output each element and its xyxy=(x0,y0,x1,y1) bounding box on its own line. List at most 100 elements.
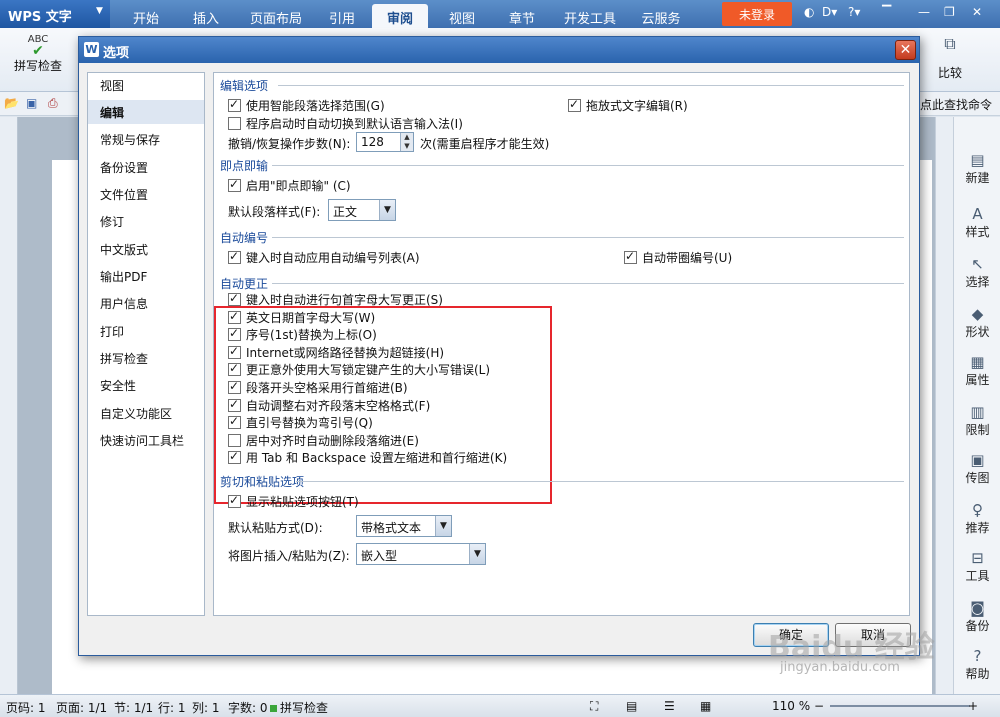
checkbox-checked[interactable] xyxy=(228,493,241,508)
auto-ime-checkbox[interactable]: 程序启动时自动切换到默认语言输入法(I) xyxy=(228,115,463,132)
side-item-style[interactable]: A 样式 xyxy=(954,205,1000,240)
nav-item-edit[interactable]: 编辑 xyxy=(88,100,204,124)
tab-insert[interactable]: 插入 xyxy=(184,4,228,28)
undo-steps-stepper[interactable]: 128 ▲ ▼ xyxy=(356,132,414,152)
minimize-icon[interactable]: — xyxy=(918,5,930,19)
nav-item-user-info[interactable]: 用户信息 xyxy=(88,291,204,315)
chevron-down-icon[interactable]: ▼ xyxy=(469,544,485,564)
checkbox-checked[interactable] xyxy=(568,97,581,112)
compare-button[interactable]: ⧉ 比较 xyxy=(930,34,970,81)
checkbox-checked[interactable] xyxy=(228,344,241,359)
vertical-scrollbar[interactable] xyxy=(935,117,953,694)
zoom-out-icon[interactable]: − xyxy=(814,699,824,713)
status-word-count[interactable]: 字数: 0 xyxy=(228,699,268,716)
checkbox-checked[interactable] xyxy=(228,326,241,342)
autocorrect-option[interactable]: 序号(1st)替换为上标(O) xyxy=(228,326,377,343)
side-item-tools[interactable]: ⊟ 工具 xyxy=(954,549,1000,584)
close-icon[interactable]: ✕ xyxy=(972,5,982,19)
find-command-link[interactable]: 点此查找命令 xyxy=(920,96,992,113)
auto-list-checkbox[interactable]: 键入时自动应用自动编号列表(A) xyxy=(228,249,420,266)
autocorrect-option[interactable]: 自动调整右对齐段落末空格格式(F) xyxy=(228,397,430,414)
side-item-recommend[interactable]: ♀ 推荐 xyxy=(954,501,1000,536)
side-item-backup[interactable]: ◙ 备份 xyxy=(954,599,1000,634)
zoom-in-icon[interactable]: + xyxy=(968,699,978,713)
nav-item-output-pdf[interactable]: 输出PDF xyxy=(88,264,204,288)
status-spell-check[interactable]: 拼写检查 xyxy=(270,699,328,716)
side-item-select[interactable]: ↖ 选择 xyxy=(954,255,1000,290)
web-view-icon[interactable]: ▦ xyxy=(700,699,711,713)
status-zoom[interactable]: 110 % xyxy=(772,699,810,713)
auto-circle-checkbox[interactable]: 自动带圈编号(U) xyxy=(624,249,732,266)
checkbox-checked[interactable] xyxy=(228,379,241,394)
autocorrect-option[interactable]: 段落开头空格采用行首缩进(B) xyxy=(228,379,408,396)
app-menu-button[interactable]: WPS 文字 ▼ xyxy=(0,0,110,28)
side-item-upload-image[interactable]: ▣ 传图 xyxy=(954,451,1000,486)
print-icon[interactable]: ⎙ xyxy=(48,96,58,111)
checkbox-checked[interactable] xyxy=(228,97,241,112)
skin-icon[interactable]: ◐ xyxy=(804,5,814,19)
restore-ribbon-icon[interactable]: ▔ xyxy=(882,5,891,19)
nav-item-backup[interactable]: 备份设置 xyxy=(88,155,204,179)
autocorrect-option[interactable]: 用 Tab 和 Backspace 设置左缩进和首行缩进(K) xyxy=(228,449,507,466)
autocorrect-option[interactable]: 更正意外使用大写锁定键产生的大小写错误(L) xyxy=(228,361,490,378)
tab-cloud[interactable]: 云服务 xyxy=(634,4,688,28)
checkbox-checked[interactable] xyxy=(228,177,241,192)
nav-item-quick-access[interactable]: 快速访问工具栏 xyxy=(88,428,204,452)
side-item-restrict[interactable]: ▥ 限制 xyxy=(954,403,1000,438)
default-paste-select[interactable]: 带格式文本 ▼ xyxy=(356,515,452,537)
autocorrect-option[interactable]: Internet或网络路径替换为超链接(H) xyxy=(228,344,444,361)
nav-item-spell-check[interactable]: 拼写检查 xyxy=(88,346,204,370)
open-icon[interactable]: 📂 xyxy=(4,96,19,110)
checkbox-unchecked[interactable] xyxy=(228,117,241,130)
tab-reference[interactable]: 引用 xyxy=(320,4,364,28)
autocorrect-option[interactable]: 英文日期首字母大写(W) xyxy=(228,309,375,326)
fullscreen-icon[interactable]: ⛶ xyxy=(590,699,598,714)
autocorrect-option[interactable]: 居中对齐时自动删除段落缩进(E) xyxy=(228,432,419,449)
nav-item-revision[interactable]: 修订 xyxy=(88,209,204,233)
help-icon[interactable]: ?▾ xyxy=(848,5,860,19)
spell-check-button[interactable]: ABC ✔ 拼写检查 xyxy=(6,34,70,74)
tab-view[interactable]: 视图 xyxy=(440,4,484,28)
show-paste-button-checkbox[interactable]: 显示粘贴选项按钮(T) xyxy=(228,493,359,510)
click-type-checkbox[interactable]: 启用"即点即输" (C) xyxy=(228,177,351,194)
checkbox-checked[interactable] xyxy=(624,249,637,264)
checkbox-checked[interactable] xyxy=(228,249,241,264)
nav-item-print[interactable]: 打印 xyxy=(88,319,204,343)
checkbox-checked[interactable] xyxy=(228,414,241,430)
chevron-down-icon[interactable]: ▼ xyxy=(435,516,451,536)
smart-select-checkbox[interactable]: 使用智能段落选择范围(G) xyxy=(228,97,385,114)
nav-item-chinese-layout[interactable]: 中文版式 xyxy=(88,237,204,261)
checkbox-checked[interactable] xyxy=(228,397,241,412)
outline-view-icon[interactable]: ☰ xyxy=(664,699,675,713)
nav-item-file-location[interactable]: 文件位置 xyxy=(88,182,204,206)
checkbox-checked[interactable] xyxy=(228,309,241,324)
default-style-select[interactable]: 正文 ▼ xyxy=(328,199,396,221)
checkbox-unchecked[interactable] xyxy=(228,433,241,447)
chevron-down-icon[interactable]: ▼ xyxy=(379,200,395,220)
dialog-close-button[interactable]: ✕ xyxy=(895,40,916,60)
side-item-new[interactable]: ▤ 新建 xyxy=(954,151,1000,186)
image-paste-select[interactable]: 嵌入型 ▼ xyxy=(356,543,486,565)
login-button[interactable]: 未登录 xyxy=(722,2,792,26)
drag-edit-checkbox[interactable]: 拖放式文字编辑(R) xyxy=(568,97,688,114)
stepper-arrows-icon[interactable]: ▲ ▼ xyxy=(400,133,413,151)
checkbox-checked[interactable] xyxy=(228,361,241,377)
tab-developer[interactable]: 开发工具 xyxy=(558,4,622,28)
side-item-help[interactable]: ? 帮助 xyxy=(954,647,1000,682)
autocorrect-option[interactable]: 键入时自动进行句首字母大写更正(S) xyxy=(228,291,443,308)
autocorrect-option[interactable]: 直引号替换为弯引号(Q) xyxy=(228,414,373,431)
tab-home[interactable]: 开始 xyxy=(124,4,168,28)
checkbox-checked[interactable] xyxy=(228,449,241,465)
side-item-shape[interactable]: ◆ 形状 xyxy=(954,305,1000,340)
save-icon[interactable]: ▣ xyxy=(26,96,37,110)
checkbox-checked[interactable] xyxy=(228,291,241,306)
brand-icon[interactable]: D▾ xyxy=(822,5,837,19)
zoom-slider[interactable] xyxy=(830,705,970,707)
nav-item-view[interactable]: 视图 xyxy=(88,73,204,97)
nav-item-custom-ribbon[interactable]: 自定义功能区 xyxy=(88,401,204,425)
side-item-property[interactable]: ▦ 属性 xyxy=(954,353,1000,388)
tab-page-layout[interactable]: 页面布局 xyxy=(244,4,308,28)
tab-review[interactable]: 审阅 xyxy=(372,4,428,28)
nav-item-security[interactable]: 安全性 xyxy=(88,373,204,397)
nav-item-general-save[interactable]: 常规与保存 xyxy=(88,127,204,151)
